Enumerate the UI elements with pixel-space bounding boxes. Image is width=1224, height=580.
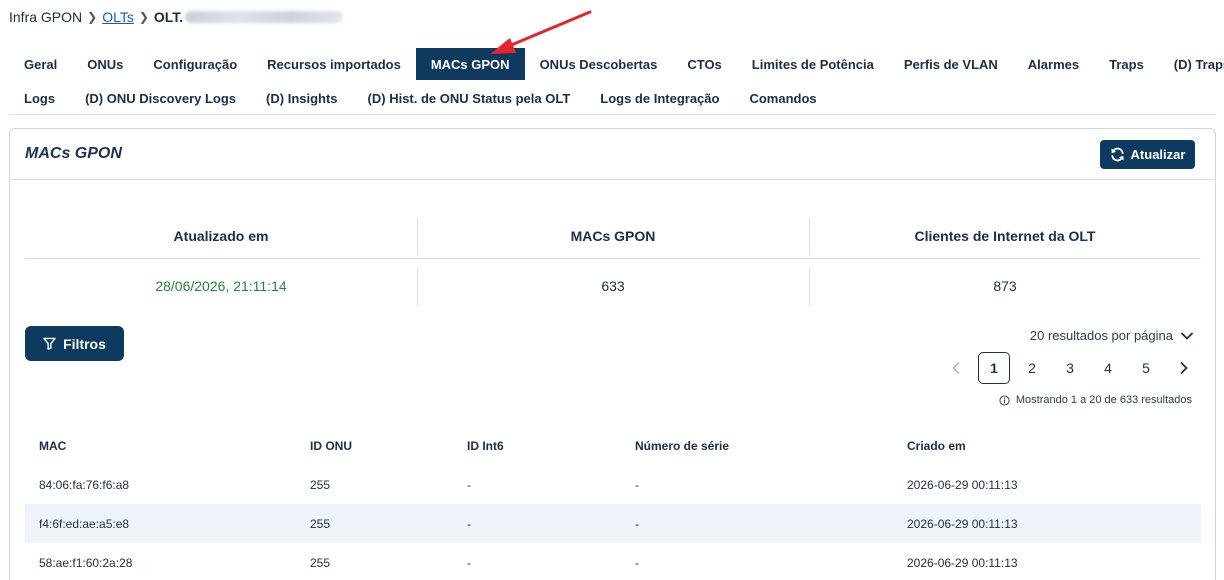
breadcrumb-link-olts[interactable]: OLTs — [102, 9, 134, 25]
cell-id-onu: 255 — [310, 516, 331, 531]
cell-created: 2026-06-29 00:11:13 — [907, 477, 1018, 492]
results-info-text: Mostrando 1 a 20 de 633 resultados — [1015, 394, 1192, 406]
stat-value-macs: 633 — [417, 268, 809, 306]
cell-created: 2026-06-29 00:11:13 — [907, 516, 1018, 531]
cell-id-int6: - — [467, 477, 471, 492]
pagination: 12345 — [937, 352, 1203, 384]
pagination-pages: 12345 — [975, 352, 1165, 384]
table-row: f4:6f:ed:ae:a5:e8 255 - - 2026-06-29 00:11:1… — [25, 504, 1201, 543]
refresh-button[interactable]: Atualizar — [1100, 140, 1195, 169]
redacted-olt-name — [185, 11, 344, 23]
per-page-select[interactable]: 20 resultados por página — [1030, 328, 1193, 343]
filters-label: Filtros — [63, 335, 106, 352]
tab-traps[interactable]: Traps — [1094, 48, 1159, 80]
tabs-row-1: Geral ONUs Configuração Recursos importados… — [9, 48, 1224, 80]
tab-recursos-importados[interactable]: Recursos importados — [252, 48, 416, 80]
cell-mac: 84:06:fa:76:f6:a8 — [39, 477, 130, 492]
pagination-page-1[interactable]: 1 — [978, 352, 1010, 384]
tab-d-onu-discovery-logs[interactable]: (D) ONU Discovery Logs — [70, 82, 251, 114]
cell-serial: - — [635, 555, 639, 570]
pagination-page-3[interactable]: 3 — [1051, 352, 1089, 384]
stat-header-clients: Clientes de Internet da OLT — [809, 217, 1201, 255]
column-header-id-int6[interactable]: ID Int6 — [453, 439, 621, 453]
chevron-right-icon — [1180, 362, 1188, 374]
refresh-icon — [1110, 147, 1124, 162]
cell-id-onu: 255 — [310, 477, 331, 492]
card-title: MACs GPON — [25, 145, 122, 162]
column-header-id-onu[interactable]: ID ONU — [296, 439, 453, 453]
stat-value-updated: 28/06/2026, 21:11:14 — [155, 277, 287, 294]
breadcrumb: Infra GPON ❯ OLTs ❯ OLT. — [9, 7, 344, 27]
pagination-page-4[interactable]: 4 — [1089, 352, 1127, 384]
table-header: MAC ID ONU ID Int6 Número de série Criad… — [25, 427, 1201, 465]
tabs-row-2: Logs (D) ONU Discovery Logs (D) Insights (D… — [9, 82, 832, 114]
column-header-created[interactable]: Criado em — [893, 439, 1201, 453]
tab-d-hist-de-onu-status-pela-olt[interactable]: (D) Hist. de ONU Status pela OLT — [353, 82, 586, 114]
tab-limites-de-potencia[interactable]: Limites de Potência — [737, 48, 889, 80]
filter-icon — [43, 337, 56, 350]
stat-header-macs: MACs GPON — [417, 217, 809, 255]
pagination-prev[interactable] — [937, 352, 975, 384]
results-info: Mostrando 1 a 20 de 633 resultados — [999, 394, 1192, 406]
tab-geral[interactable]: Geral — [9, 48, 72, 80]
cell-mac: f4:6f:ed:ae:a5:e8 — [39, 516, 130, 531]
cell-id-int6: - — [467, 516, 471, 531]
tab-alarmes[interactable]: Alarmes — [1013, 48, 1094, 80]
annotation-arrow — [490, 10, 592, 54]
stat-value-clients: 873 — [809, 268, 1201, 306]
macs-gpon-card: MACs GPON Atualizar Atualizado em MACs G… — [9, 128, 1216, 580]
breadcrumb-root: Infra GPON — [9, 9, 83, 25]
per-page-label: 20 resultados por página — [1029, 328, 1173, 343]
cell-id-onu: 255 — [310, 555, 331, 570]
cell-created: 2026-06-29 00:11:13 — [907, 555, 1018, 570]
tab-configuracao[interactable]: Configuração — [138, 48, 252, 80]
cell-serial: - — [635, 477, 639, 492]
tab-logs[interactable]: Logs — [9, 82, 70, 114]
pagination-page-2[interactable]: 2 — [1013, 352, 1051, 384]
cell-mac: 58:ae:f1:60:2a:28 — [39, 555, 133, 570]
tabs-divider — [9, 114, 1216, 115]
chevron-down-icon — [1181, 332, 1193, 340]
chevron-right-icon: ❯ — [87, 10, 98, 24]
stats-summary: Atualizado em MACs GPON Clientes de Inte… — [25, 213, 1201, 306]
refresh-label: Atualizar — [1130, 147, 1186, 162]
column-header-serial[interactable]: Número de série — [621, 439, 893, 453]
pagination-next[interactable] — [1165, 352, 1203, 384]
cell-id-int6: - — [467, 555, 471, 570]
tab-onus[interactable]: ONUs — [72, 48, 138, 80]
tab-d-insights[interactable]: (D) Insights — [251, 82, 353, 114]
table-body: 84:06:fa:76:f6:a8 255 - - 2026-06-29 00:11:1… — [25, 465, 1201, 580]
breadcrumb-current: OLT. — [153, 9, 184, 25]
column-header-mac[interactable]: MAC — [25, 439, 296, 453]
tab-ctos[interactable]: CTOs — [672, 48, 736, 80]
tab-logs-de-integracao[interactable]: Logs de Integração — [585, 82, 734, 114]
tab-comandos[interactable]: Comandos — [734, 82, 831, 114]
table-row: 84:06:fa:76:f6:a8 255 - - 2026-06-29 00:11:1… — [25, 465, 1201, 504]
macs-table: MAC ID ONU ID Int6 Número de série Criad… — [25, 427, 1201, 580]
chevron-right-icon: ❯ — [138, 10, 149, 24]
card-header: MACs GPON Atualizar — [10, 129, 1215, 180]
filters-button[interactable]: Filtros — [25, 326, 124, 361]
cell-serial: - — [635, 516, 639, 531]
pagination-page-5[interactable]: 5 — [1127, 352, 1165, 384]
table-row: 58:ae:f1:60:2a:28 255 - - 2026-06-29 00:11:1… — [25, 543, 1201, 580]
stat-header-updated: Atualizado em — [173, 227, 269, 244]
chevron-left-icon — [952, 362, 960, 374]
info-icon — [999, 394, 1010, 406]
tab-d-traps-raw[interactable]: (D) Traps Raw — [1159, 48, 1224, 80]
tab-perfis-de-vlan[interactable]: Perfis de VLAN — [889, 48, 1013, 80]
